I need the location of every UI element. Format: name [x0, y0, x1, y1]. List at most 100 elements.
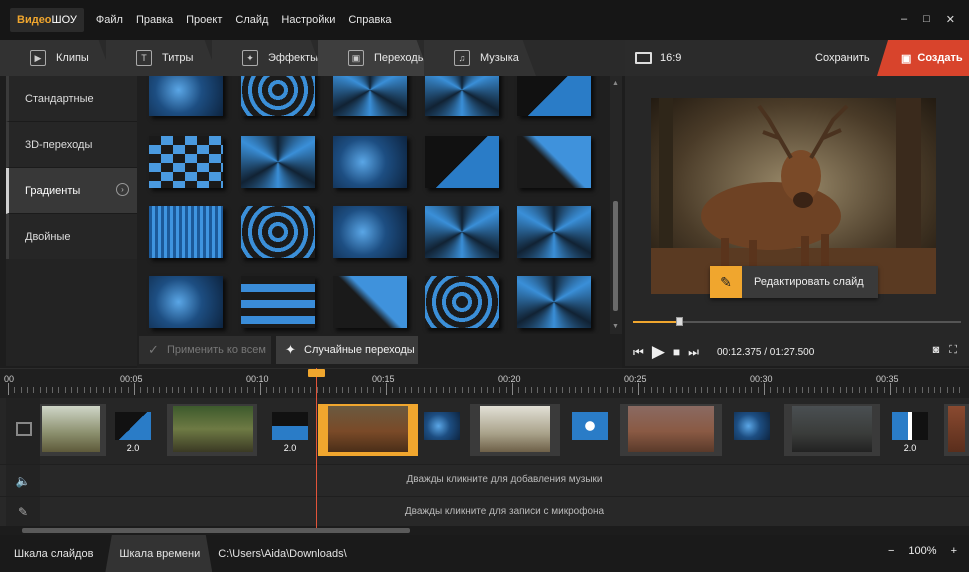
scroll-down-icon[interactable]: ▼ [612, 323, 619, 330]
menu-project[interactable]: Проект [186, 14, 222, 26]
transition-thumbnail[interactable] [517, 136, 591, 188]
transition-thumbnail[interactable] [241, 206, 315, 258]
tab-timeline[interactable]: Шкала времени [105, 535, 213, 572]
random-transitions-button[interactable]: ✦ Случайные переходы [276, 336, 418, 364]
timeline-scroll-thumb[interactable] [22, 528, 410, 533]
slide-clip[interactable] [784, 404, 880, 456]
zoom-controls: − 100% + [888, 545, 957, 557]
category-double[interactable]: Двойные [6, 214, 137, 260]
slide-thumbnail [948, 406, 965, 452]
transition-clip[interactable] [570, 412, 610, 454]
transition-thumbnail[interactable] [425, 206, 499, 258]
transition-thumbnail[interactable] [333, 276, 407, 328]
menu-file[interactable]: Файл [96, 14, 123, 26]
aspect-ratio-selector[interactable]: 16:9 [635, 52, 681, 64]
ruler-tick [644, 387, 646, 393]
save-button[interactable]: Сохранить [815, 52, 870, 64]
transition-thumbnail[interactable] [149, 76, 223, 116]
ruler-tick [247, 387, 249, 393]
transition-thumbnail[interactable] [333, 76, 407, 116]
transition-clip[interactable] [732, 412, 772, 454]
slide-clip[interactable] [470, 404, 560, 456]
edit-slide-button[interactable]: ✎ Редактировать слайд [710, 266, 878, 298]
transition-thumbnail[interactable] [241, 136, 315, 188]
scroll-thumb[interactable] [613, 201, 618, 311]
ruler-label: 00:15 [372, 374, 395, 384]
tab-music[interactable]: ♫ Музыка [424, 40, 536, 76]
transition-thumbnail[interactable] [241, 276, 315, 328]
ruler-tick [688, 387, 690, 393]
timeline-scrollbar[interactable] [0, 526, 969, 535]
seek-progress [633, 321, 679, 323]
transition-thumbnail[interactable] [149, 276, 223, 328]
ruler-tick [631, 387, 633, 393]
slide-clip-selected[interactable] [318, 404, 418, 456]
transition-thumbnail[interactable] [333, 206, 407, 258]
transition-actions: ✓ Применить ко всем ✦ Случайные переходы [137, 334, 622, 368]
zoom-in-button[interactable]: + [951, 545, 957, 557]
transition-thumbnail[interactable] [241, 76, 315, 116]
tab-effects[interactable]: ✦ Эффекты [212, 40, 324, 76]
transition-thumbnail[interactable] [425, 136, 499, 188]
time-ruler[interactable]: 00 00:05 00:10 00:15 00:20 00:25 00:30 0… [0, 368, 969, 398]
transition-thumbnail[interactable] [517, 76, 591, 116]
transition-thumbnail[interactable] [517, 206, 591, 258]
fullscreen-icon[interactable]: ⛶ [949, 344, 957, 357]
ruler-tick [543, 387, 545, 393]
skip-back-icon[interactable]: ⏮ [633, 345, 644, 360]
scroll-up-icon[interactable]: ▲ [612, 80, 619, 87]
slide-clip[interactable] [944, 404, 969, 456]
ruler-tick [852, 387, 854, 393]
apply-to-all-button[interactable]: ✓ Применить ко всем [139, 336, 271, 364]
transition-clip[interactable]: 2.0 [270, 412, 310, 454]
menu-slide[interactable]: Слайд [235, 14, 268, 26]
ruler-tick [858, 387, 860, 393]
category-standard[interactable]: Стандартные [6, 76, 137, 122]
ruler-tick [549, 387, 551, 393]
grid-scrollbar[interactable]: ▲ ▼ [610, 76, 622, 334]
playhead-handle[interactable] [308, 369, 325, 377]
category-gradients[interactable]: Градиенты › [6, 168, 137, 214]
transition-thumbnail[interactable] [425, 276, 499, 328]
tab-clips[interactable]: ▶ Клипы [0, 40, 112, 76]
mic-track[interactable]: ✎ Дважды кликните для записи с микрофона [0, 496, 969, 527]
close-button[interactable]: ✕ [946, 13, 955, 26]
stop-icon[interactable]: ■ [673, 345, 680, 359]
menu-help[interactable]: Справка [348, 14, 391, 26]
seek-knob[interactable] [675, 317, 683, 326]
preview-seekbar[interactable] [633, 317, 961, 326]
tab-slide-scale[interactable]: Шкала слайдов [0, 535, 105, 572]
ruler-tick [329, 387, 331, 393]
minimize-button[interactable]: – [901, 13, 907, 26]
tab-titles[interactable]: T Титры [106, 40, 218, 76]
tab-transitions[interactable]: ▣ Переходы [318, 40, 430, 76]
play-icon[interactable]: ▶ [652, 342, 665, 362]
transition-clip[interactable]: 2.0 [113, 412, 153, 454]
snapshot-icon[interactable]: ◙ [933, 344, 940, 357]
ruler-tick [102, 387, 104, 393]
transition-clip[interactable] [422, 412, 462, 454]
ruler-tick [39, 387, 41, 393]
category-3d[interactable]: 3D-переходы [6, 122, 137, 168]
slide-clip[interactable] [620, 404, 722, 456]
random-transitions-label: Случайные переходы [304, 344, 415, 356]
transition-thumbnail[interactable] [517, 276, 591, 328]
transition-thumbnail[interactable] [333, 136, 407, 188]
maximize-button[interactable]: □ [923, 13, 930, 26]
transition-thumbnail[interactable] [149, 206, 223, 258]
transition-thumbnail[interactable] [425, 76, 499, 116]
menu-edit[interactable]: Правка [136, 14, 173, 26]
skip-forward-icon[interactable]: ⏭ [688, 345, 699, 360]
create-button[interactable]: ▣ Создать [877, 40, 969, 76]
transition-thumbnail[interactable] [149, 136, 223, 188]
music-track[interactable]: 🔈 Дважды кликните для добавления музыки [0, 464, 969, 497]
slide-clip[interactable] [40, 404, 106, 456]
apply-to-all-label: Применить ко всем [167, 344, 266, 356]
ruler-tick [915, 387, 917, 393]
transition-clip[interactable]: 2.0 [890, 412, 930, 454]
ruler-tick [423, 387, 425, 393]
time-current: 00:12.375 [716, 346, 762, 358]
slide-clip[interactable] [167, 404, 257, 456]
menu-settings[interactable]: Настройки [281, 14, 335, 26]
zoom-out-button[interactable]: − [888, 545, 894, 557]
